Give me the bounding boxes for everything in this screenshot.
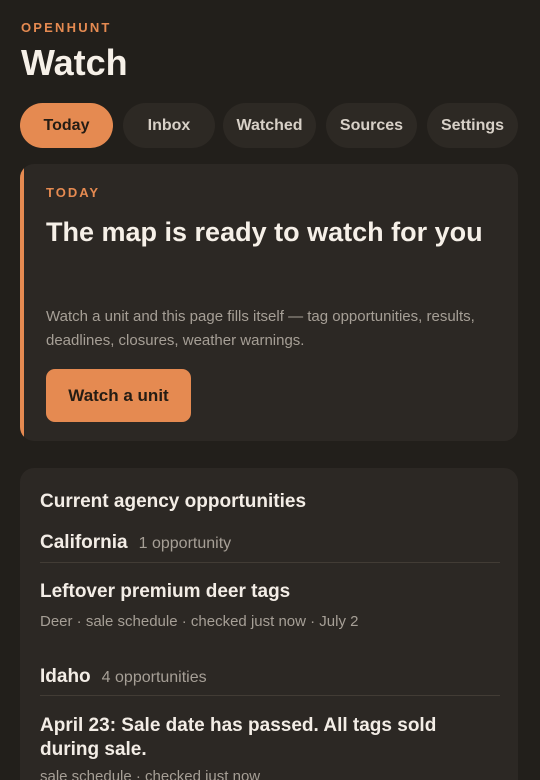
tab-sources[interactable]: Sources	[326, 103, 417, 148]
opportunity-meta: sale schedule · checked just now	[40, 768, 261, 780]
tab-watched[interactable]: Watched	[223, 103, 316, 148]
tab-inbox[interactable]: Inbox	[123, 103, 215, 148]
tab-bar: Today Inbox Watched Sources Settings	[20, 103, 540, 148]
panel-title: Current agency opportunities	[40, 491, 307, 512]
watch-unit-button[interactable]: Watch a unit	[46, 369, 191, 422]
group-header-california: California 1 opportunity	[40, 532, 500, 554]
card-description: Watch a unit and this page fills itself …	[46, 308, 475, 349]
group-count: 4 opportunities	[101, 669, 207, 686]
opportunity-meta: Deer · sale schedule · checked just now …	[40, 613, 359, 630]
accent-bar	[20, 164, 24, 441]
group-count: 1 opportunity	[138, 535, 232, 552]
divider	[40, 695, 500, 696]
tab-settings[interactable]: Settings	[427, 103, 518, 148]
group-name: California	[40, 532, 128, 553]
group-name: Idaho	[40, 666, 91, 687]
opportunity-title[interactable]: Leftover premium deer tags	[40, 580, 500, 604]
group-header-idaho: Idaho 4 opportunities	[40, 666, 500, 688]
page-title: Watch	[21, 42, 128, 83]
opportunities-panel: Current agency opportunities California …	[20, 468, 518, 780]
tab-today[interactable]: Today	[20, 103, 113, 148]
watch-page: OPENHUNT Watch Today Inbox Watched Sourc…	[0, 0, 540, 780]
brand-label: OPENHUNT	[21, 20, 112, 35]
card-eyebrow: TODAY	[46, 185, 101, 200]
today-card: TODAY The map is ready to watch for you …	[20, 164, 518, 441]
card-heading: The map is ready to watch for you	[46, 217, 483, 247]
opportunity-title[interactable]: April 23: Sale date has passed. All tags…	[40, 714, 500, 762]
divider	[40, 562, 500, 563]
